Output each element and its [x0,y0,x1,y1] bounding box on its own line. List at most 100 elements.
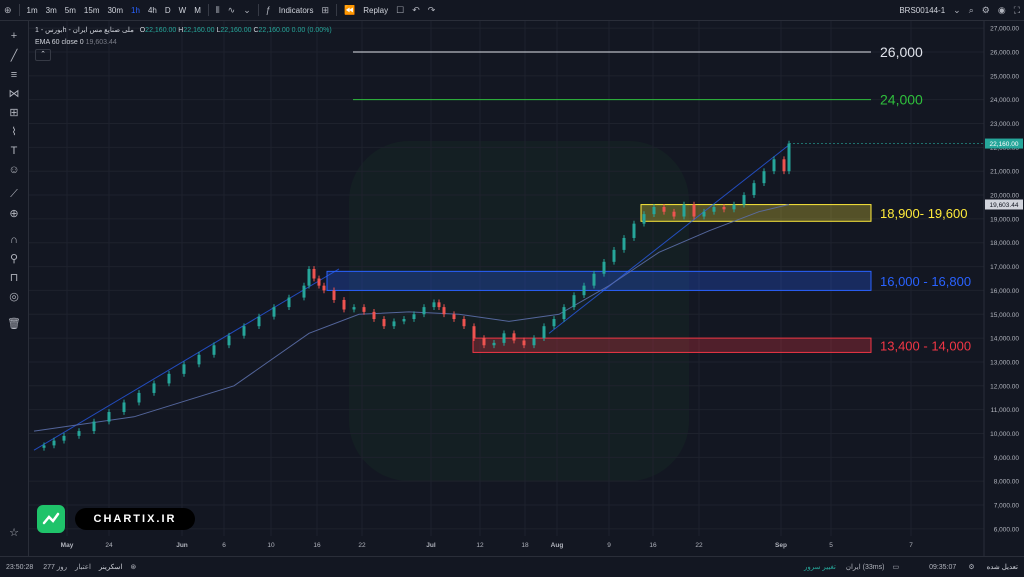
candle-body [272,307,276,317]
x-tick-label: 10 [267,542,275,549]
candles-icon[interactable]: ⫴ [212,5,224,16]
bottom-status-bar: 23:50:28 277 روز اعتبار اسکرینر ⊛ تغییر … [0,556,1024,577]
toolbar-divider [207,4,209,16]
star-icon[interactable]: ☆ [6,526,22,540]
logo-icon [37,505,65,533]
candle-body [227,335,231,346]
screener-icon[interactable]: ⊛ [126,563,140,571]
chart-area[interactable]: 18,900- 19,600 16,000 - 16,800 13,400 - 14… [29,21,1024,556]
timeframe-30m[interactable]: 30m [103,6,127,15]
timeframe-d[interactable]: D [161,6,175,15]
x-tick-label: Jul [426,542,436,549]
pattern-icon[interactable]: ⌇ [6,125,22,139]
legend-title[interactable]: بورس - 1h - ملی صنایع مس ایران [35,27,134,34]
timeframe-m[interactable]: M [190,6,205,15]
ruler-icon[interactable]: ⟋ [6,187,22,201]
crosshair-icon[interactable]: + [6,29,22,43]
toolbar-right: BRS00144-1 ⌄ ⌕ ⚙ ◉ ⛶ [895,0,1024,20]
timeframe-4h[interactable]: 4h [144,6,161,15]
x-tick-label: 12 [476,542,484,549]
legend-change: 0.00 (0.00%) [291,27,332,34]
trend-line [33,268,340,451]
last-price-text: 22,160.00 [990,141,1019,148]
replay-button[interactable]: Replay [359,6,392,15]
candle-body [452,314,456,320]
candle-body [622,237,626,250]
camera-icon[interactable]: ◉ [994,5,1010,16]
x-tick-label: Sep [775,542,787,549]
y-tick-label: 23,000.00 [990,121,1019,128]
candle-body [672,211,676,217]
pitchfork-icon[interactable]: ⋈ [6,87,22,101]
zoom-in-icon[interactable]: ⊕ [6,207,22,221]
fullscreen-icon[interactable]: ⛶ [1010,5,1024,16]
trash-icon[interactable]: 🗑 [6,317,22,331]
layout-grid-icon[interactable]: ⊞ [317,5,333,16]
trend-line-icon[interactable]: ╱ [6,49,22,63]
level-label: 24,000 [880,92,923,108]
candle-body [662,206,666,212]
chevron-down-icon[interactable]: ⌄ [239,5,255,16]
candle-body [752,183,756,196]
candle-body [642,214,646,224]
add-symbol-icon[interactable]: ⊕ [0,5,16,16]
redo-icon[interactable]: ↷ [424,5,440,16]
chart-legend: بورس - 1h - ملی صنایع مس ایران O22,160.0… [35,25,332,61]
candle-body [682,204,686,217]
line-chart-icon[interactable]: ∿ [224,5,240,16]
candle-body [652,206,656,215]
candle-body [612,249,616,262]
text-icon[interactable]: T [6,144,22,158]
gann-icon[interactable]: ⊞ [6,106,22,120]
legend-row-price: بورس - 1h - ملی صنایع مس ایران O22,160.0… [35,25,332,37]
gear-icon[interactable]: ⚙ [962,563,980,571]
price-chart[interactable]: 18,900- 19,600 16,000 - 16,800 13,400 - 14… [29,21,1024,556]
candle-body [242,326,246,336]
legend-row-ema: EMA 60 close 0 19,603.44 [35,37,332,49]
eye-icon[interactable]: ◎ [6,290,22,304]
search-icon[interactable]: ⌕ [965,5,978,16]
undo-icon[interactable]: ↶ [408,5,424,16]
y-tick-label: 8,000.00 [994,479,1020,486]
screener-button[interactable]: اسکرینر [95,563,126,571]
chevron-down-icon[interactable]: ⌄ [949,5,965,16]
y-tick-label: 12,000.00 [990,383,1019,390]
zone-box [326,270,872,291]
candle-body [412,314,416,320]
timeframe-15m[interactable]: 15m [80,6,104,15]
ema-label[interactable]: EMA 60 close 0 [35,39,84,46]
status-credit-label: اعتبار [75,564,91,571]
status-credit-days: 277 روز [43,564,68,571]
magnet-icon[interactable]: ∩ [6,233,22,247]
timeframe-1h[interactable]: 1h [127,6,144,15]
legend-collapse[interactable]: ⌃ [35,49,51,61]
y-tick-label: 27,000.00 [990,26,1019,33]
x-tick-label: 22 [358,542,366,549]
adjusted-button[interactable]: تعدیل شده [981,563,1024,571]
timeframe-5m[interactable]: 5m [61,6,80,15]
indicators-icon[interactable]: ƒ [262,5,275,15]
gear-icon[interactable]: ⚙ [978,5,994,16]
candle-body [532,338,536,346]
candle-body [512,333,516,341]
candle-body [182,364,186,374]
candle-body [392,321,396,327]
candle-body [287,297,291,308]
change-server-button[interactable]: تغییر سرور [798,563,842,571]
checkbox-icon[interactable]: ☐ [392,5,408,16]
lock-draw-icon[interactable]: ⚲ [6,252,22,266]
timeframe-1m[interactable]: 1m [23,6,42,15]
replay-icon[interactable]: ⏪ [340,5,359,16]
server-label[interactable]: ایران (33ms) [842,563,889,571]
symbol-label[interactable]: BRS00144-1 [895,6,949,15]
timeframe-w[interactable]: W [175,6,191,15]
y-tick-label: 11,000.00 [991,407,1020,414]
indicators-button[interactable]: Indicators [275,6,318,15]
lock-icon[interactable]: ⊓ [6,271,22,285]
candle-body [772,159,776,172]
timeframe-3m[interactable]: 3m [42,6,61,15]
x-tick-label: 16 [649,542,657,549]
emoji-icon[interactable]: ☺ [6,163,22,177]
candle-body [602,261,606,274]
horizontal-lines-icon[interactable]: ≡ [6,68,22,82]
